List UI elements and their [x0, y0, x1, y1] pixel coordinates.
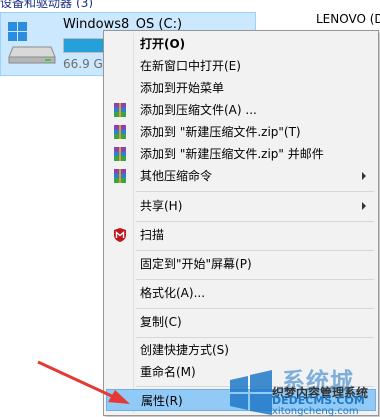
section-header: 设备和驱动器 (3) [0, 0, 380, 8]
menu-item-add-to-zip-and-email[interactable]: 添加到 "新建压缩文件.zip" 并邮件 [106, 143, 376, 165]
menu-item-label: 添加到压缩文件(A) ... [140, 103, 257, 117]
menu-item-copy[interactable]: 复制(C) [106, 311, 376, 333]
menu-item-label: 添加到 "新建压缩文件.zip"(T) [140, 125, 301, 139]
winrar-icon [114, 103, 126, 117]
menu-item-label: 重命名(M) [140, 365, 196, 379]
menu-item-label: 添加到开始菜单 [140, 81, 225, 95]
submenu-arrow-icon [362, 172, 366, 180]
menu-item-other-compress-commands[interactable]: 其他压缩命令 [106, 165, 376, 187]
hard-drive-icon [8, 22, 56, 64]
menu-item-label: 扫描 [140, 228, 165, 242]
section-title: 设备和驱动器 [0, 0, 73, 8]
menu-item-open[interactable]: 打开(O) [106, 33, 376, 55]
menu-item-label: 固定到"开始"屏幕(P) [140, 257, 252, 271]
winrar-icon [114, 125, 126, 139]
section-count: (3) [76, 0, 94, 8]
menu-item-label: 格式化(A)... [140, 286, 206, 300]
menu-separator [136, 308, 374, 309]
watermark-line3: xitongcheng.com [272, 406, 359, 417]
menu-item-label: 打开(O) [140, 37, 186, 51]
menu-item-add-to-start-menu[interactable]: 添加到开始菜单 [106, 77, 376, 99]
winrar-icon [114, 147, 126, 161]
menu-item-label: 复制(C) [140, 315, 182, 329]
menu-item-label: 其他压缩命令 [140, 169, 213, 183]
menu-separator [136, 337, 374, 338]
menu-separator [136, 250, 374, 251]
menu-item-open-new-window[interactable]: 在新窗口中打开(E) [106, 55, 376, 77]
menu-item-format[interactable]: 格式化(A)... [106, 282, 376, 304]
winrar-icon [114, 169, 126, 183]
menu-item-scan[interactable]: 扫描 [106, 224, 376, 246]
context-menu: 打开(O) 在新窗口中打开(E) 添加到开始菜单 添加到压缩文件(A) ... … [103, 30, 379, 416]
menu-item-add-to-archive[interactable]: 添加到压缩文件(A) ... [106, 99, 376, 121]
menu-item-label: 属性(R) [141, 394, 183, 408]
menu-item-create-shortcut[interactable]: 创建快捷方式(S) [106, 339, 376, 361]
menu-item-label: 共享(H) [140, 199, 183, 213]
drive-tile-d-label[interactable]: LENOVO (D [316, 12, 380, 26]
menu-item-share[interactable]: 共享(H) [106, 195, 376, 217]
submenu-arrow-icon [362, 202, 366, 210]
menu-item-label: 创建快捷方式(S) [140, 343, 229, 357]
menu-item-label: 在新窗口中打开(E) [140, 59, 241, 73]
menu-item-label: 添加到 "新建压缩文件.zip" 并邮件 [140, 147, 324, 161]
menu-item-pin-to-start[interactable]: 固定到"开始"屏幕(P) [106, 253, 376, 275]
menu-separator [136, 221, 374, 222]
watermark: 系统城 织梦内容管理系统 DEDECMS.COM xitongcheng.com [222, 362, 380, 417]
menu-item-add-to-zip[interactable]: 添加到 "新建压缩文件.zip"(T) [106, 121, 376, 143]
mcafee-shield-icon [114, 228, 126, 242]
menu-separator [136, 191, 374, 192]
menu-separator [136, 279, 374, 280]
